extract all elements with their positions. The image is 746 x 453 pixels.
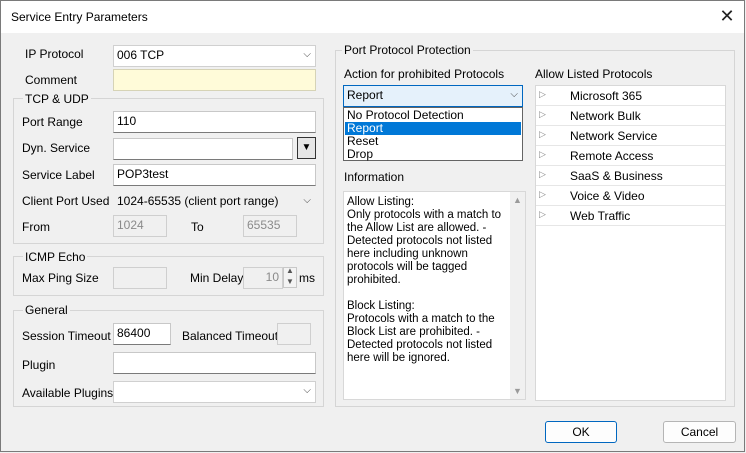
list-item-label: Network Bulk (570, 109, 641, 123)
close-icon[interactable]: ✕ (716, 5, 738, 27)
client-port-select[interactable]: 1024-65535 (client port range) ⌵ (113, 191, 316, 213)
allow-listed-label: Allow Listed Protocols (535, 67, 653, 81)
spin-up-icon[interactable]: ▲ (286, 266, 294, 275)
plugin-field[interactable] (113, 352, 316, 374)
scroll-up-icon[interactable]: ▲ (513, 195, 522, 205)
list-item[interactable]: ▷ Microsoft 365 (536, 86, 725, 106)
dyn-service-field[interactable] (113, 138, 293, 160)
client-port-value: 1024-65535 (client port range) (117, 194, 279, 208)
expand-icon[interactable]: ▷ (539, 109, 546, 120)
min-delay-label: Min Delay (190, 271, 244, 285)
information-scrollbar[interactable]: ▲ ▼ (510, 192, 525, 399)
triangle-down-icon: ▼ (301, 142, 312, 153)
list-item-label: Voice & Video (570, 189, 645, 203)
min-delay-unit: ms (299, 271, 315, 285)
comment-label: Comment (25, 73, 78, 87)
available-plugins-label: Available Plugins (22, 386, 114, 400)
allow-listed-list: ▷ Microsoft 365 ▷ Network Bulk ▷ Network Se… (535, 85, 726, 401)
expand-icon[interactable]: ▷ (539, 129, 546, 140)
service-label-label: Service Label (22, 168, 95, 182)
balanced-timeout-label: Balanced Timeout (182, 329, 279, 343)
chevron-down-icon: ⌵ (303, 195, 311, 206)
list-item-label: SaaS & Business (570, 169, 663, 183)
ip-protocol-label: IP Protocol (25, 47, 84, 61)
list-item[interactable]: ▷ Network Service (536, 126, 725, 146)
from-field[interactable]: 1024 (113, 215, 167, 237)
available-plugins-select[interactable]: ⌵ (113, 381, 316, 403)
expand-icon[interactable]: ▷ (539, 149, 546, 160)
list-item[interactable]: ▷ Voice & Video (536, 186, 725, 206)
ok-button[interactable]: OK (545, 421, 617, 443)
ip-protocol-value: 006 TCP (117, 48, 165, 62)
min-delay-field[interactable]: 10 (243, 267, 283, 289)
information-text: Allow Listing: Only protocols with a mat… (343, 191, 526, 400)
expand-icon[interactable]: ▷ (539, 209, 546, 220)
to-label: To (191, 220, 204, 234)
title-bar: Service Entry Parameters ✕ (1, 1, 744, 33)
cancel-button[interactable]: Cancel (663, 421, 736, 443)
general-group-title: General (23, 303, 70, 317)
comment-field[interactable] (113, 69, 316, 91)
information-label: Information (344, 170, 405, 184)
max-ping-field[interactable] (113, 267, 167, 289)
list-item[interactable]: ▷ Network Bulk (536, 106, 725, 126)
list-item-label: Network Service (570, 129, 658, 143)
expand-icon[interactable]: ▷ (539, 189, 546, 200)
chevron-down-icon: ⌵ (510, 89, 518, 100)
dyn-service-dropdown-button[interactable]: ▼ (297, 137, 316, 159)
port-range-field[interactable]: 110 (113, 111, 316, 133)
expand-icon[interactable]: ▷ (539, 169, 546, 180)
chevron-down-icon: ⌵ (303, 49, 311, 60)
option-drop[interactable]: Drop (345, 148, 521, 161)
plugin-label: Plugin (22, 358, 56, 372)
port-protection-group-title: Port Protocol Protection (342, 43, 473, 57)
list-item[interactable]: ▷ Remote Access (536, 146, 725, 166)
ip-protocol-select[interactable]: 006 TCP ⌵ (113, 45, 316, 67)
max-ping-label: Max Ping Size (22, 271, 99, 285)
dialog-title: Service Entry Parameters (11, 10, 148, 24)
chevron-down-icon: ⌵ (303, 385, 311, 396)
action-value: Report (347, 88, 384, 102)
action-select[interactable]: Report ⌵ (343, 85, 523, 107)
balanced-timeout-field[interactable] (277, 323, 311, 345)
action-dropdown-list: No Protocol Detection Report Reset Drop (343, 107, 523, 161)
expand-icon[interactable]: ▷ (539, 89, 546, 100)
list-item[interactable]: ▷ SaaS & Business (536, 166, 725, 186)
scroll-down-icon[interactable]: ▼ (513, 386, 522, 396)
list-item-label: Web Traffic (570, 209, 631, 223)
client-port-label: Client Port Used (22, 194, 110, 208)
tcp-udp-group-title: TCP & UDP (23, 92, 91, 106)
min-delay-spinner[interactable]: ▲ ▼ (283, 266, 297, 288)
list-item-label: Microsoft 365 (570, 89, 643, 103)
action-label: Action for prohibited Protocols (344, 67, 505, 81)
session-timeout-label: Session Timeout (22, 329, 111, 343)
icmp-group-title: ICMP Echo (23, 250, 88, 264)
spin-down-icon[interactable]: ▼ (286, 277, 294, 286)
session-timeout-field[interactable]: 86400 (113, 323, 171, 345)
port-range-label: Port Range (22, 115, 83, 129)
dialog-window: Service Entry Parameters ✕ IP Protocol 0… (0, 0, 745, 452)
service-label-field[interactable]: POP3test (113, 164, 316, 186)
dyn-service-label: Dyn. Service (22, 141, 91, 155)
from-label: From (22, 220, 50, 234)
list-item-label: Remote Access (570, 149, 654, 163)
list-item[interactable]: ▷ Web Traffic (536, 206, 725, 226)
to-field[interactable]: 65535 (243, 215, 297, 237)
